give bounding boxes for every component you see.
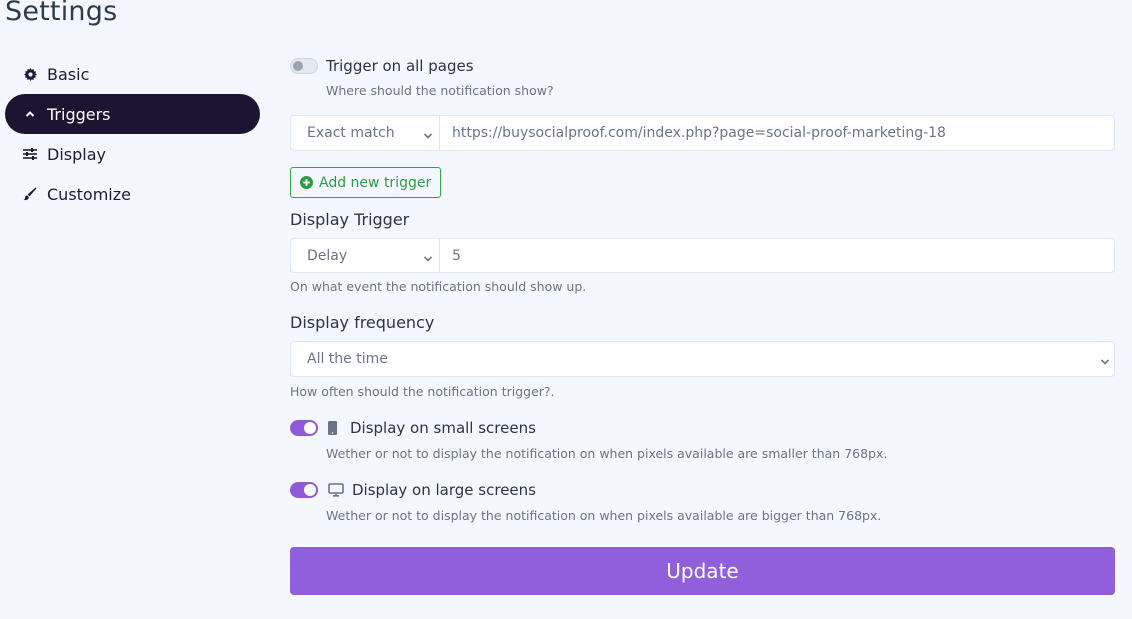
mobile-icon (328, 421, 337, 435)
small-screens-label: Display on small screens (350, 419, 536, 437)
trigger-all-pages-toggle[interactable] (290, 58, 318, 74)
sidebar-item-triggers[interactable]: Triggers (5, 94, 260, 134)
trigger-all-pages-help: Where should the notification show? (326, 83, 554, 98)
sidebar-item-label: Triggers (47, 104, 111, 124)
add-new-trigger-button[interactable]: Add new trigger (290, 167, 442, 198)
trigger-rule: Exact match https://buysocialproof.com/i… (290, 115, 1115, 151)
paintbrush-icon (22, 186, 38, 202)
sidebar-item-customize[interactable]: Customize (5, 174, 260, 214)
page-title: Settings (5, 0, 118, 27)
chevron-down-icon (423, 128, 433, 144)
triggers-panel: Trigger on all pages Where should the no… (290, 54, 1115, 595)
trigger-url-input[interactable]: https://buysocialproof.com/index.php?pag… (440, 116, 1114, 150)
sliders-icon (22, 146, 38, 162)
plus-circle-icon (300, 176, 313, 189)
large-screens-label: Display on large screens (352, 481, 536, 499)
trigger-all-pages-label: Trigger on all pages (326, 57, 474, 75)
sidebar-item-label: Customize (47, 184, 131, 204)
small-screens-row: Display on small screens (290, 416, 1115, 440)
gear-icon (22, 66, 38, 82)
display-trigger-type-select[interactable]: Delay (291, 239, 440, 272)
sidebar-item-basic[interactable]: Basic (5, 54, 260, 94)
match-type-value: Exact match (307, 125, 395, 141)
display-frequency-help: How often should the notification trigge… (290, 384, 555, 399)
large-screens-toggle[interactable] (290, 482, 318, 498)
display-frequency-select[interactable]: All the time (290, 341, 1115, 377)
large-screens-row: Display on large screens (290, 478, 1115, 502)
sidebar: Basic Triggers Display Customize (5, 54, 260, 214)
sidebar-item-label: Display (47, 144, 106, 164)
small-screens-help: Wether or not to display the notificatio… (326, 446, 888, 461)
chevron-up-icon (22, 106, 38, 122)
display-frequency-value: All the time (307, 351, 388, 367)
display-frequency-label: Display frequency (290, 313, 435, 332)
display-trigger-label: Display Trigger (290, 210, 410, 229)
sidebar-item-display[interactable]: Display (5, 134, 260, 174)
large-screens-help: Wether or not to display the notificatio… (326, 508, 882, 523)
sidebar-item-label: Basic (47, 64, 90, 84)
chevron-down-icon (423, 251, 433, 267)
display-trigger-value-input[interactable]: 5 (440, 239, 1114, 272)
chevron-down-icon (1100, 354, 1110, 370)
display-trigger-help: On what event the notification should sh… (290, 279, 587, 294)
add-new-trigger-label: Add new trigger (319, 174, 432, 191)
desktop-icon (328, 483, 344, 497)
match-type-select[interactable]: Exact match (291, 116, 440, 150)
update-button[interactable]: Update (290, 547, 1115, 595)
small-screens-toggle[interactable] (290, 420, 318, 436)
display-trigger-type-value: Delay (307, 247, 348, 264)
trigger-all-pages-row: Trigger on all pages (290, 54, 1115, 78)
display-trigger-group: Delay 5 (290, 238, 1115, 273)
